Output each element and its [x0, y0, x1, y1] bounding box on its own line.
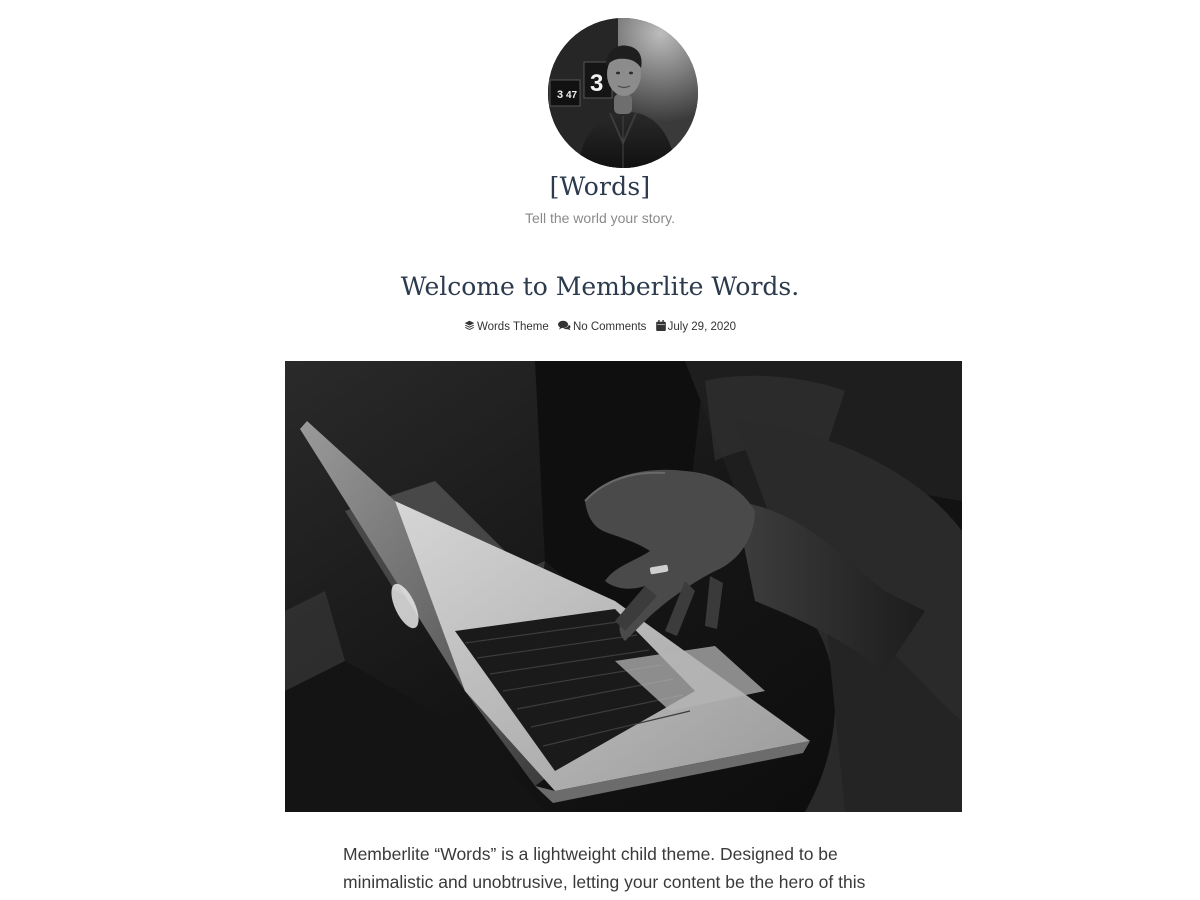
meta-category: Words Theme: [464, 320, 549, 333]
post-meta: Words Theme No Comments July 29, 2020: [0, 320, 1200, 333]
category-link[interactable]: Words Theme: [477, 321, 549, 333]
laptop-photo: [285, 361, 962, 812]
site-tagline: Tell the world your story.: [525, 210, 675, 226]
monitor-number-big: 3: [590, 70, 603, 97]
meta-date: July 29, 2020: [655, 320, 737, 333]
site-title[interactable]: [Words]: [0, 172, 1200, 201]
comments-icon: [557, 320, 571, 331]
monitor-number-mid: 47: [566, 90, 578, 101]
featured-image: [285, 361, 962, 812]
avatar-photo: 3 47 3: [548, 18, 698, 168]
post-content: Memberlite “Words” is a lightweight chil…: [343, 844, 866, 892]
layers-icon: [464, 320, 475, 331]
monitor-number-left: 3: [557, 89, 563, 101]
post-date: July 29, 2020: [667, 321, 737, 333]
post-title: Welcome to Memberlite Words.: [400, 272, 800, 301]
comments-link[interactable]: No Comments: [573, 321, 647, 333]
meta-comments: No Comments: [557, 320, 647, 333]
avatar[interactable]: 3 47 3: [548, 18, 698, 168]
calendar-icon: [655, 320, 666, 331]
